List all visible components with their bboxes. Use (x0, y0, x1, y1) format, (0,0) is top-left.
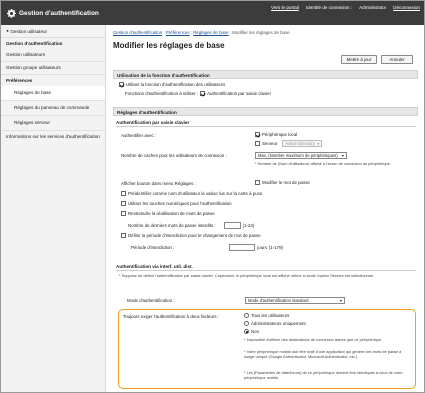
two-factor-option-none[interactable]: Non (244, 329, 259, 334)
change-password-row: Modifier le mot de passe (255, 180, 310, 185)
sidebar-prefs-title: Préférences (6, 78, 33, 83)
restrict-reuse-checkbox[interactable] (121, 211, 126, 216)
preregister-label: Préidentifier comme nom d'utilisateur la… (128, 191, 263, 196)
back-link[interactable]: ◂ Gestion utilisateur (1, 25, 105, 38)
logout-link[interactable]: Déconnexion (393, 5, 420, 10)
sidebar-item-auth-services[interactable]: Informations sur les services d'authenti… (1, 131, 105, 143)
two-factor-option-all[interactable]: Tous les utilisateurs (244, 313, 289, 318)
numeric-keys-row: Utiliser les touches numériques pour l'a… (121, 201, 232, 206)
sidebar-item-control-panel[interactable]: Réglages du panneau de commande (1, 101, 105, 116)
sidebar-item-user-groups[interactable]: Gestion groupe utilisateurs (1, 62, 105, 75)
app-title-text: Gestion d'authentification (19, 10, 99, 17)
sidebar-item-basic-settings[interactable]: Réglages de base (1, 86, 105, 101)
server-checkbox[interactable] (255, 141, 260, 146)
header-bar: Gestion d'authentification Vers le porta… (1, 1, 424, 25)
cache-label: Nombre de caches pour les utilisateurs d… (121, 153, 227, 158)
login-id-label: Identité de connexion : (305, 5, 353, 10)
recent-passwords-label: Nombre de derniers mots de passe interdi… (128, 223, 216, 228)
two-factor-note-2: * Votre périphérique mobile doit être do… (244, 349, 402, 359)
use-auth-checkbox[interactable] (119, 82, 124, 87)
cache-select[interactable]: Max. (Nombre maximum de périphériques) ▾ (255, 152, 347, 159)
app-window: Gestion d'authentification Vers le porta… (0, 0, 425, 393)
breadcrumb-current: Modifier les réglages de base (232, 30, 290, 35)
breadcrumb: Gestion d'authentification : Préférences… (113, 30, 290, 35)
use-auth-row: Utiliser la fonction d'authentification … (119, 82, 225, 87)
functions-row: Fonctions d'authentification à utiliser … (125, 91, 271, 96)
prohibit-period-checkbox[interactable] (121, 233, 126, 238)
preregister-checkbox[interactable] (121, 191, 126, 196)
auth-mode-select[interactable]: Mode d'authentification standard ▾ (245, 297, 345, 304)
apply-button[interactable]: Mettre à jour (341, 55, 377, 64)
numeric-keys-label: Utiliser les touches numériques pour l'a… (128, 201, 232, 206)
prohibit-period-row: Définir la période d'interdiction pour l… (121, 233, 261, 238)
server-select[interactable]: Active Directory ▾ (282, 140, 323, 147)
cache-select-row: Max. (Nombre maximum de périphériques) ▾ (255, 152, 347, 159)
functions-label: Fonctions d'authentification à utiliser … (125, 91, 199, 96)
auth-settings-header: Réglages d'authentification (113, 107, 418, 116)
prohibit-days-input[interactable] (229, 244, 256, 251)
app-title: Gestion d'authentification (7, 9, 99, 18)
page-title: Modifier les réglages de base (113, 41, 225, 50)
restrict-reuse-row: Restreindre la réutilisation de mots de … (121, 211, 215, 216)
preregister-row: Préidentifier comme nom d'utilisateur la… (121, 191, 262, 196)
two-factor-option-admins[interactable]: Administrateurs uniquement (244, 321, 306, 326)
cancel-button[interactable]: Annuler (381, 55, 413, 64)
chevron-down-icon: ▾ (317, 141, 320, 146)
restrict-reuse-label: Restreindre la réutilisation de mots de … (128, 211, 215, 216)
login-id-value: Administrator (359, 5, 387, 10)
auth-mode-select-row: Mode d'authentification standard ▾ (245, 297, 345, 304)
two-factor-radio-admins[interactable] (244, 321, 249, 326)
two-factor-note-1: * Impossible d'utiliser des destinations… (244, 337, 383, 342)
two-factor-radio-all[interactable] (244, 313, 249, 318)
breadcrumb-auth-management[interactable]: Gestion d'authentification (113, 30, 162, 35)
local-device-row: Périphérique local (255, 132, 297, 137)
days-unit: jours (257, 245, 267, 250)
gear-icon (7, 9, 16, 18)
days-range: (1-179) (268, 245, 283, 250)
local-device-checkbox[interactable] (255, 132, 260, 137)
keyboard-auth-label: Authentification par saisie clavier (207, 91, 272, 96)
use-auth-label: Utiliser la fonction d'authentification … (126, 82, 226, 87)
sidebar-item-server-settings[interactable]: Réglages serveur (1, 116, 105, 131)
prohibit-days-row: Période d'interdiction : jours (1-179) (131, 244, 283, 251)
two-factor-radio-none[interactable] (244, 329, 249, 334)
usage-section-header: Utilisation de la fonction d'authentific… (113, 70, 418, 79)
remote-ui-note: * Suppose de définir l'authentification … (119, 273, 375, 278)
local-device-label: Périphérique local (262, 132, 298, 137)
numeric-keys-checkbox[interactable] (121, 201, 126, 206)
back-link-label: Gestion utilisateur (10, 28, 48, 34)
portal-link[interactable]: Vers le portail (271, 5, 299, 10)
sidebar-item-users[interactable]: Gestion utilisateurs (1, 49, 105, 62)
recent-passwords-row: Nombre de derniers mots de passe interdi… (128, 222, 254, 229)
breadcrumb-basic-settings[interactable]: Réglages de base (193, 30, 228, 35)
two-factor-label: Toujours exiger l'authentification à deu… (123, 314, 220, 319)
recent-passwords-input[interactable] (223, 222, 241, 229)
keyboard-auth-checkbox[interactable] (200, 91, 206, 96)
change-password-label: Modifier le mot de passe (262, 180, 310, 185)
cache-note: * Nombre de (Nom d'utilisateur) affiché … (255, 161, 391, 166)
authenticate-with-label: Authentifier avec : (121, 133, 157, 138)
chevron-left-icon: ◂ (6, 28, 9, 33)
remote-ui-subheader: Authentification via interf. util. dist. (116, 264, 416, 271)
prohibit-days-label: Période d'interdiction : (131, 245, 175, 250)
server-row: Serveur Active Directory ▾ (255, 140, 323, 147)
sidebar-section-title: Gestion d'authentification (6, 41, 63, 46)
keyboard-auth-subheader: Authentification par saisie clavier (116, 120, 416, 127)
chevron-down-icon: ▾ (341, 153, 344, 158)
two-factor-note-3: * Les [Paramètres de date/heure] de ce p… (244, 370, 403, 380)
breadcrumb-preferences[interactable]: Préférences (166, 30, 190, 35)
prohibit-period-label: Définir la période d'interdiction pour l… (128, 233, 261, 238)
main-content: Gestion d'authentification : Préférences… (107, 25, 424, 392)
top-links: Vers le portail Identité de connexion : … (271, 5, 420, 10)
sidebar: ◂ Gestion utilisateur Gestion d'authenti… (1, 25, 106, 392)
auth-mode-label: Mode d'authentification : (127, 298, 175, 303)
change-password-checkbox[interactable] (255, 180, 260, 185)
chevron-down-icon: ▾ (339, 298, 342, 303)
recent-passwords-range: (1-24) (242, 223, 255, 228)
server-label: Serveur (262, 141, 278, 146)
menu-button-label: Afficher bouton dans menu Réglages : (121, 181, 196, 186)
